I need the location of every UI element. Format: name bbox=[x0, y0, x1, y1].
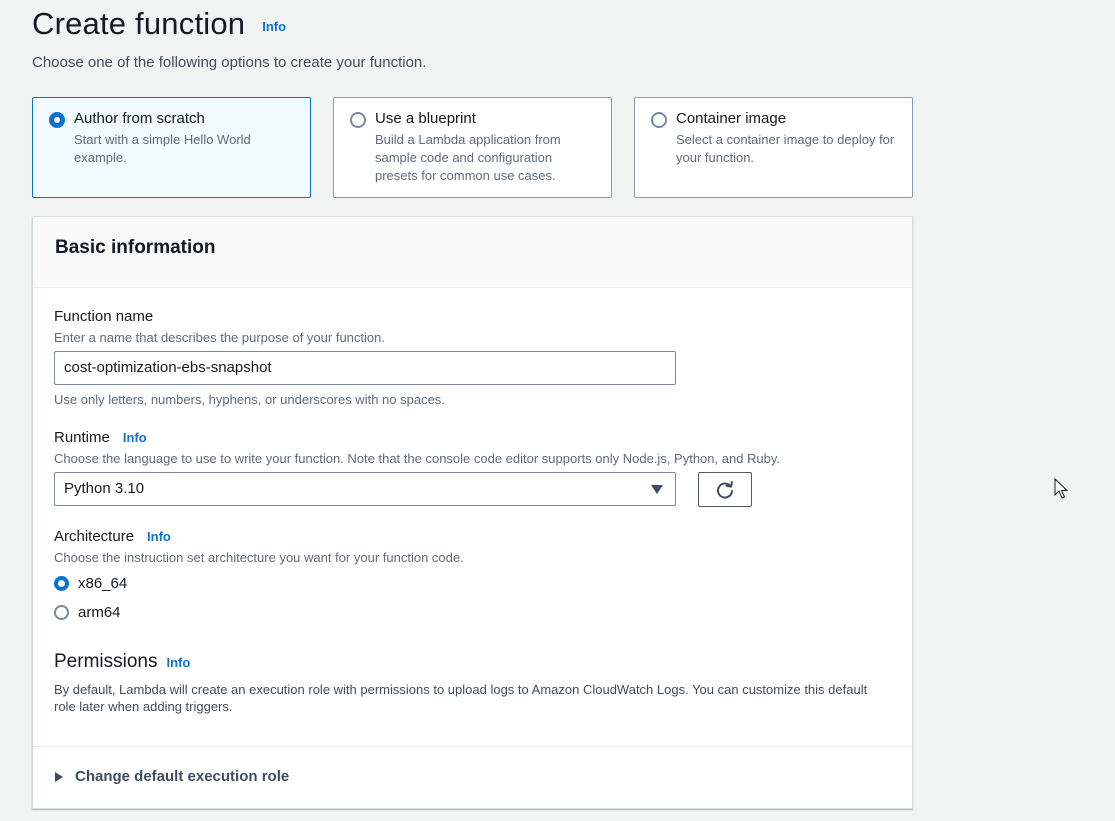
refresh-icon bbox=[717, 480, 733, 499]
page-description: Choose one of the following options to c… bbox=[32, 54, 427, 71]
function-name-label: Function name bbox=[54, 308, 154, 325]
architecture-option-arm64[interactable]: arm64 bbox=[54, 604, 121, 621]
option-title: Author from scratch bbox=[74, 110, 205, 127]
option-text: Container image Select a container image… bbox=[676, 110, 898, 167]
runtime-description: Choose the language to use to write your… bbox=[54, 451, 781, 466]
runtime-info-link[interactable]: Info bbox=[123, 430, 147, 445]
permissions-description: By default, Lambda will create an execut… bbox=[54, 682, 868, 714]
radio-container-image[interactable] bbox=[651, 112, 667, 128]
option-description: Select a container image to deploy for y… bbox=[676, 132, 895, 165]
option-use-a-blueprint[interactable]: Use a blueprint Build a Lambda applicati… bbox=[333, 97, 612, 198]
page-title: Create function bbox=[32, 6, 246, 41]
permissions-title: Permissions bbox=[54, 651, 158, 672]
option-description: Start with a simple Hello World example. bbox=[74, 132, 251, 165]
page-header: Create function Info bbox=[32, 6, 286, 42]
option-author-from-scratch[interactable]: Author from scratch Start with a simple … bbox=[32, 97, 311, 198]
caret-right-icon bbox=[55, 771, 63, 782]
architecture-info-link[interactable]: Info bbox=[147, 529, 171, 544]
caret-down-icon bbox=[651, 485, 663, 494]
divider bbox=[33, 746, 912, 747]
panel-title: Basic information bbox=[55, 237, 216, 258]
basic-information-panel: Basic information Function name Enter a … bbox=[32, 216, 913, 809]
architecture-label-row: Architecture Info bbox=[54, 528, 171, 545]
change-default-execution-role-expander[interactable]: Change default execution role bbox=[55, 768, 289, 785]
runtime-label: Runtime bbox=[54, 429, 110, 446]
radio-use-a-blueprint[interactable] bbox=[350, 112, 366, 128]
runtime-selected-value: Python 3.10 bbox=[64, 480, 145, 497]
panel-header: Basic information bbox=[33, 217, 912, 288]
permissions-info-link[interactable]: Info bbox=[166, 655, 190, 670]
permissions-heading-row: Permissions Info bbox=[54, 651, 190, 673]
runtime-select[interactable]: Python 3.10 bbox=[54, 472, 676, 506]
option-text: Use a blueprint Build a Lambda applicati… bbox=[375, 110, 597, 185]
refresh-runtime-button[interactable] bbox=[698, 472, 752, 507]
function-name-description: Enter a name that describes the purpose … bbox=[54, 330, 385, 345]
create-function-page: Create function Info Choose one of the f… bbox=[0, 0, 1115, 821]
radio-label: x86_64 bbox=[78, 575, 128, 592]
radio-label: arm64 bbox=[78, 604, 121, 621]
mouse-pointer-icon bbox=[1054, 478, 1068, 499]
function-name-input[interactable]: cost-optimization-ebs-snapshot bbox=[54, 351, 676, 385]
architecture-option-x86-64[interactable]: x86_64 bbox=[54, 575, 127, 592]
radio-author-from-scratch[interactable] bbox=[49, 112, 65, 128]
option-text: Author from scratch Start with a simple … bbox=[74, 110, 296, 167]
option-description: Build a Lambda application from sample c… bbox=[375, 132, 561, 183]
architecture-label: Architecture bbox=[54, 528, 135, 545]
page-info-link[interactable]: Info bbox=[262, 19, 286, 34]
radio-arm64[interactable] bbox=[54, 605, 69, 620]
expander-label: Change default execution role bbox=[75, 768, 290, 785]
function-name-constraint: Use only letters, numbers, hyphens, or u… bbox=[54, 392, 445, 407]
radio-x86-64[interactable] bbox=[54, 576, 69, 591]
runtime-label-row: Runtime Info bbox=[54, 429, 147, 446]
option-title: Use a blueprint bbox=[375, 110, 476, 127]
architecture-description: Choose the instruction set architecture … bbox=[54, 550, 464, 565]
option-container-image[interactable]: Container image Select a container image… bbox=[634, 97, 913, 198]
option-title: Container image bbox=[676, 110, 787, 127]
creation-options: Author from scratch Start with a simple … bbox=[32, 97, 913, 198]
